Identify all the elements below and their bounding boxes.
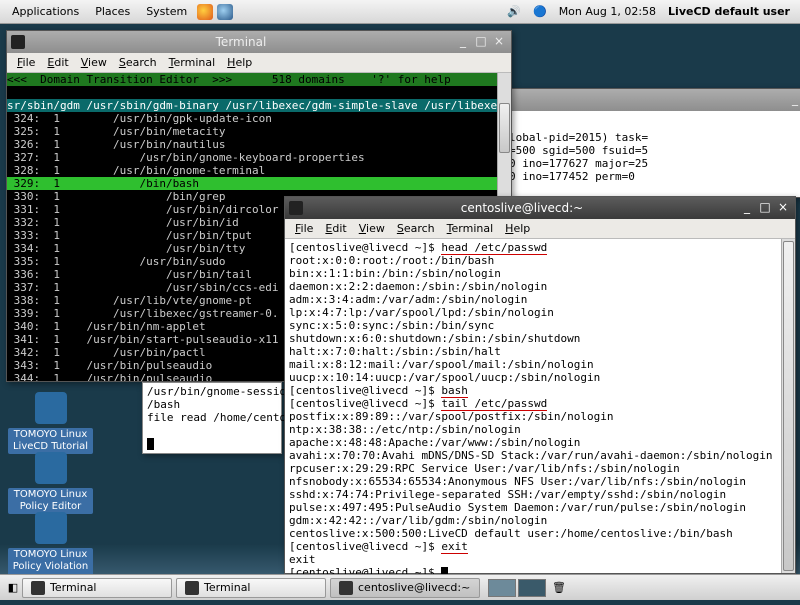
places-menu[interactable]: Places [87,5,138,18]
terminal-window-2: centoslive@livecd:~ _ □ × File Edit View… [284,196,796,574]
terminal-icon [339,581,353,595]
tutorial-icon [35,392,67,424]
menubar-2: File Edit View Search Terminal Help [285,219,795,239]
workspace-1[interactable] [488,579,516,597]
terminal-icon [31,581,45,595]
bg-content: lobal-pid=2015) task= =500 sgid=500 fsui… [505,111,800,197]
menu-help[interactable]: Help [499,222,536,235]
scrollbar-thumb[interactable] [783,241,794,571]
violation-log-icon [35,512,67,544]
titlebar-2[interactable]: centoslive@livecd:~ _ □ × [285,197,795,219]
minimize-button[interactable]: _ [787,93,800,107]
minimize-button[interactable]: _ [739,201,755,215]
show-desktop-button[interactable]: ◧ [4,581,22,594]
terminal-icon [289,201,303,215]
top-panel: Applications Places System 🔊 🔵 Mon Aug 1… [0,0,800,24]
close-button[interactable]: × [491,35,507,49]
menu-file[interactable]: File [289,222,319,235]
menu-terminal[interactable]: Terminal [441,222,500,235]
editor-header: <<< Domain Transition Editor >>> 518 dom… [7,73,511,86]
applications-menu[interactable]: Applications [4,5,87,18]
scrollbar[interactable] [781,239,795,573]
desktop-icon-label: TOMOYO Linux Policy Editor [8,488,93,514]
cmd-bash: bash [441,384,468,398]
bottom-panel: ◧ Terminal Terminal centoslive@livecd:~ … [0,574,800,600]
task-label: Terminal [204,581,251,594]
menu-file[interactable]: File [11,56,41,69]
firefox-icon[interactable] [197,4,213,20]
window-title: centoslive@livecd:~ [307,201,737,215]
tooltip-content: /usr/bin/gnome-session /bash file read /… [143,383,281,453]
task-centoslive[interactable]: centoslive@livecd:~ [330,578,480,598]
background-window: _ □ × lobal-pid=2015) task= =500 sgid=50… [504,88,800,198]
terminal-icon [11,35,25,49]
tooltip-window: /usr/bin/gnome-session /bash file read /… [142,382,282,454]
volume-icon[interactable]: 🔊 [501,5,527,18]
editor-path: sr/sbin/gdm /usr/sbin/gdm-binary /usr/li… [7,99,511,112]
task-terminal-2[interactable]: Terminal [176,578,326,598]
desktop-icon-tutorial[interactable]: TOMOYO Linux LiveCD Tutorial [8,392,93,454]
desktop-icon-policy-editor[interactable]: TOMOYO Linux Policy Editor [8,452,93,514]
task-label: Terminal [50,581,97,594]
maximize-button[interactable]: □ [757,201,773,215]
system-menu[interactable]: System [138,5,195,18]
desktop-icon-label: TOMOYO Linux LiveCD Tutorial [8,428,93,454]
task-label: centoslive@livecd:~ [358,581,470,594]
menu-view[interactable]: View [353,222,391,235]
maximize-button[interactable]: □ [473,35,489,49]
cmd-exit: exit [441,540,468,554]
user-label[interactable]: LiveCD default user [662,5,796,18]
scrollbar-thumb[interactable] [499,103,510,153]
selected-row: 329: 1 /bin/bash [7,177,511,190]
window-title: Terminal [29,35,453,49]
policy-editor-icon [35,452,67,484]
minimize-button[interactable]: _ [455,35,471,49]
close-button[interactable]: × [775,201,791,215]
menu-help[interactable]: Help [221,56,258,69]
menu-terminal[interactable]: Terminal [163,56,222,69]
cmd-tail: tail /etc/passwd [441,397,547,411]
menu-search[interactable]: Search [391,222,441,235]
terminal-icon [185,581,199,595]
bg-titlebar[interactable]: _ □ × [505,89,800,111]
workspace-switcher [488,579,546,597]
network-icon[interactable]: 🔵 [527,5,553,18]
clock[interactable]: Mon Aug 1, 02:58 [553,5,662,18]
menubar-1: File Edit View Search Terminal Help [7,53,511,73]
thunderbird-icon[interactable] [217,4,233,20]
workspace-2[interactable] [518,579,546,597]
menu-view[interactable]: View [75,56,113,69]
cmd-head: head /etc/passwd [441,241,547,255]
menu-edit[interactable]: Edit [41,56,74,69]
cursor [147,438,154,450]
task-terminal-1[interactable]: Terminal [22,578,172,598]
titlebar-1[interactable]: Terminal _ □ × [7,31,511,53]
menu-edit[interactable]: Edit [319,222,352,235]
trash-icon[interactable]: 🗑 [550,581,568,594]
terminal-content-2[interactable]: [centoslive@livecd ~]$ head /etc/passwd … [285,239,795,573]
menu-search[interactable]: Search [113,56,163,69]
